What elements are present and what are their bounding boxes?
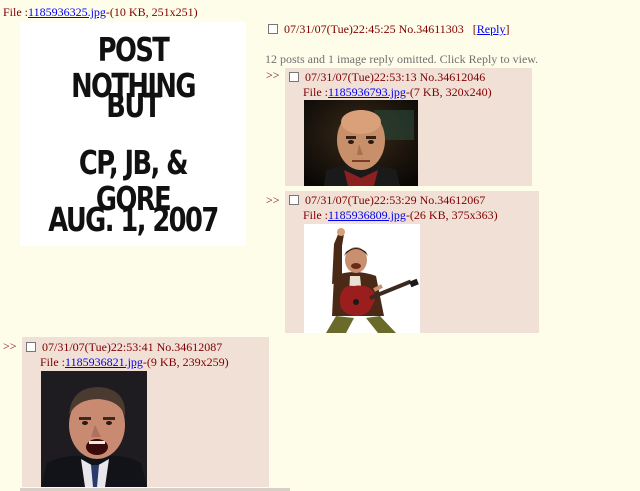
reply-delete-checkbox[interactable] [289, 72, 299, 83]
reply-file-meta: -(9 KB, 239x259) [142, 355, 229, 369]
op-image[interactable]: POST NOTHING BUT CP, JB, & GORE AUG. 1, … [20, 22, 246, 246]
reply-file-prefix: File : [303, 85, 329, 99]
reply-post-number[interactable]: No.34612087 [157, 340, 223, 354]
reply-thumbnail[interactable] [304, 100, 418, 186]
poster-line-4: AUG. 1, 2007 [48, 200, 219, 239]
reply-post-number[interactable]: No.34612067 [420, 193, 486, 207]
reply-post-3: 07/31/07(Tue)22:53:41 No.34612087 File :… [22, 337, 269, 487]
reply-post-2: 07/31/07(Tue)22:53:29 No.34612067 File :… [285, 191, 539, 333]
reply-arrows: >> [3, 339, 17, 353]
reply-arrows: >> [266, 193, 280, 207]
reply-datetime: 07/31/07(Tue)22:53:29 [305, 193, 417, 207]
reply-file-link[interactable]: 1185936793.jpg [328, 85, 406, 99]
reply-thumbnail[interactable] [41, 371, 147, 487]
omitted-notice: 12 posts and 1 image reply omitted. Clic… [265, 52, 539, 66]
reply-file-meta: -(7 KB, 320x240) [405, 85, 492, 99]
reply-header: 07/31/07(Tue)22:53:41 No.34612087 [26, 340, 222, 354]
reply-file-prefix: File : [40, 355, 66, 369]
reply-arrows: >> [266, 68, 280, 82]
op-datetime: 07/31/07(Tue)22:45:25 [284, 22, 396, 36]
reply-link[interactable]: Reply [477, 22, 506, 36]
reply-thumbnail[interactable] [304, 224, 420, 333]
reply-post-1: 07/31/07(Tue)22:53:13 No.34612046 File :… [285, 68, 532, 186]
reply-delete-checkbox[interactable] [26, 342, 36, 353]
op-header: 07/31/07(Tue)22:45:25 No.34611303 [Reply… [268, 22, 509, 36]
op-file-prefix: File : [3, 5, 29, 19]
poster-line-2: BUT [106, 86, 161, 125]
reply-datetime: 07/31/07(Tue)22:53:41 [42, 340, 154, 354]
reply-file-info: File :1185936821.jpg-(9 KB, 239x259) [40, 355, 229, 369]
reply-file-link[interactable]: 1185936809.jpg [328, 208, 406, 222]
reply-header: 07/31/07(Tue)22:53:13 No.34612046 [289, 70, 485, 84]
reply-file-link[interactable]: 1185936821.jpg [65, 355, 143, 369]
reply-file-info: File :1185936809.jpg-(26 KB, 375x363) [303, 208, 498, 222]
reply-file-info: File :1185936793.jpg-(7 KB, 320x240) [303, 85, 492, 99]
op-file-meta: -(10 KB, 251x251) [105, 5, 198, 19]
reply-post-number[interactable]: No.34612046 [420, 70, 486, 84]
op-file-link[interactable]: 1185936325.jpg [28, 5, 106, 19]
reply-header: 07/31/07(Tue)22:53:29 No.34612067 [289, 193, 485, 207]
reply-file-meta: -(26 KB, 375x363) [405, 208, 498, 222]
op-post-number[interactable]: No.34611303 [399, 22, 464, 36]
reply-delete-checkbox[interactable] [289, 195, 299, 206]
reply-bracket-close: ] [505, 22, 510, 36]
reply-file-prefix: File : [303, 208, 329, 222]
op-delete-checkbox[interactable] [268, 24, 278, 35]
reply-datetime: 07/31/07(Tue)22:53:13 [305, 70, 417, 84]
op-file-info: File :1185936325.jpg-(10 KB, 251x251) [3, 5, 198, 19]
